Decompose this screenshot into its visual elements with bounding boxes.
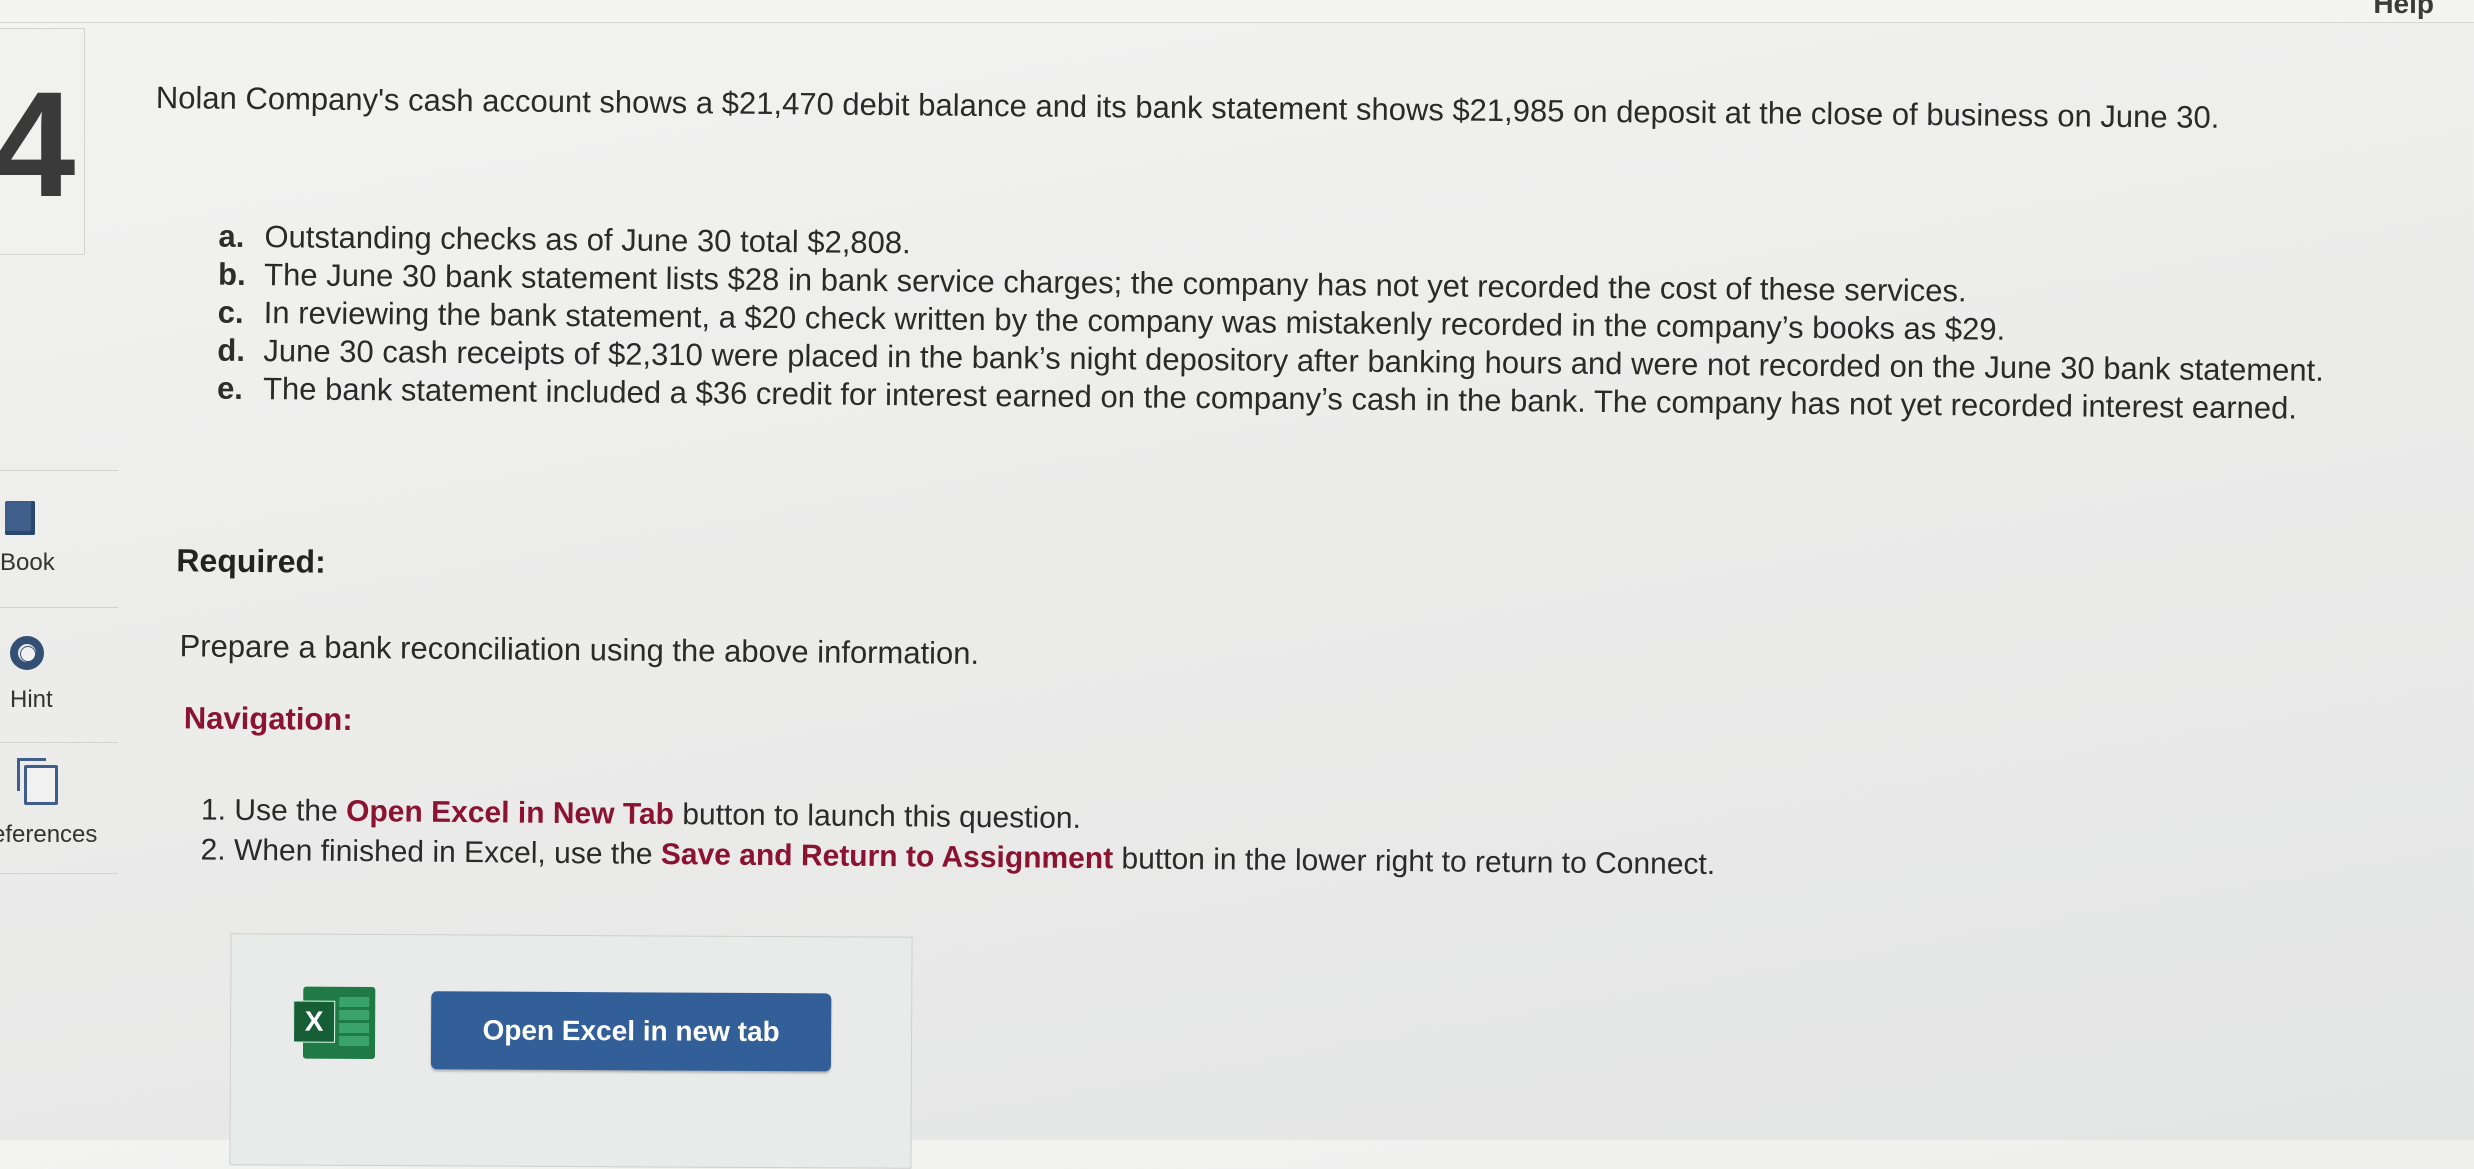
step-text: When finished in Excel, use the	[233, 833, 662, 871]
book-button[interactable]: Book	[0, 470, 118, 601]
step-text: Use the	[234, 793, 347, 828]
step-emphasis: Open Excel in New Tab	[345, 794, 675, 832]
question-number: 4	[0, 60, 76, 228]
excel-icon: X	[293, 986, 376, 1059]
item-letter: e.	[216, 370, 244, 406]
navigation-heading: Navigation:	[183, 700, 353, 737]
sidebar-tools: Book Hint eferences	[0, 470, 118, 875]
question-number-tab[interactable]: 4	[0, 28, 85, 255]
question-intro: Nolan Company's cash account shows a $21…	[155, 80, 2220, 135]
help-link[interactable]: Help	[2373, 0, 2434, 20]
excel-x-icon: X	[293, 1000, 336, 1043]
references-icon	[17, 758, 58, 805]
step-number: 1.	[200, 793, 227, 827]
item-letter: a.	[218, 218, 245, 254]
open-excel-button[interactable]: Open Excel in new tab	[430, 991, 832, 1072]
step-text: button to launch this question.	[673, 798, 1082, 835]
excel-grid-icon	[339, 996, 370, 1049]
hint-label: Hint	[10, 686, 53, 713]
required-heading: Required:	[176, 542, 326, 580]
lifebuoy-icon	[10, 636, 44, 670]
task-text: Prepare a bank reconciliation using the …	[179, 628, 980, 671]
item-letter: c.	[217, 294, 244, 330]
question-content: Nolan Company's cash account shows a $21…	[150, 80, 2370, 881]
references-button[interactable]: eferences	[0, 742, 118, 874]
references-label: eferences	[0, 821, 98, 848]
top-bar	[0, 0, 2474, 23]
navigation-steps: 1. Use the Open Excel in New Tab button …	[200, 791, 2101, 889]
item-letter: d.	[217, 332, 246, 368]
step-emphasis: Save and Return to Assignment	[660, 837, 1114, 876]
book-label: Book	[0, 549, 55, 576]
step-text: button in the lower right to return to C…	[1113, 842, 1716, 882]
book-icon	[5, 501, 35, 535]
excel-panel: X Open Excel in new tab	[229, 933, 913, 1169]
hint-button[interactable]: Hint	[0, 607, 118, 738]
item-letter: b.	[217, 256, 246, 292]
question-items: a. Outstanding checks as of June 30 total…	[217, 218, 2369, 429]
item-text: Outstanding checks as of June 30 total $…	[264, 219, 911, 261]
step-number: 2.	[200, 833, 226, 867]
